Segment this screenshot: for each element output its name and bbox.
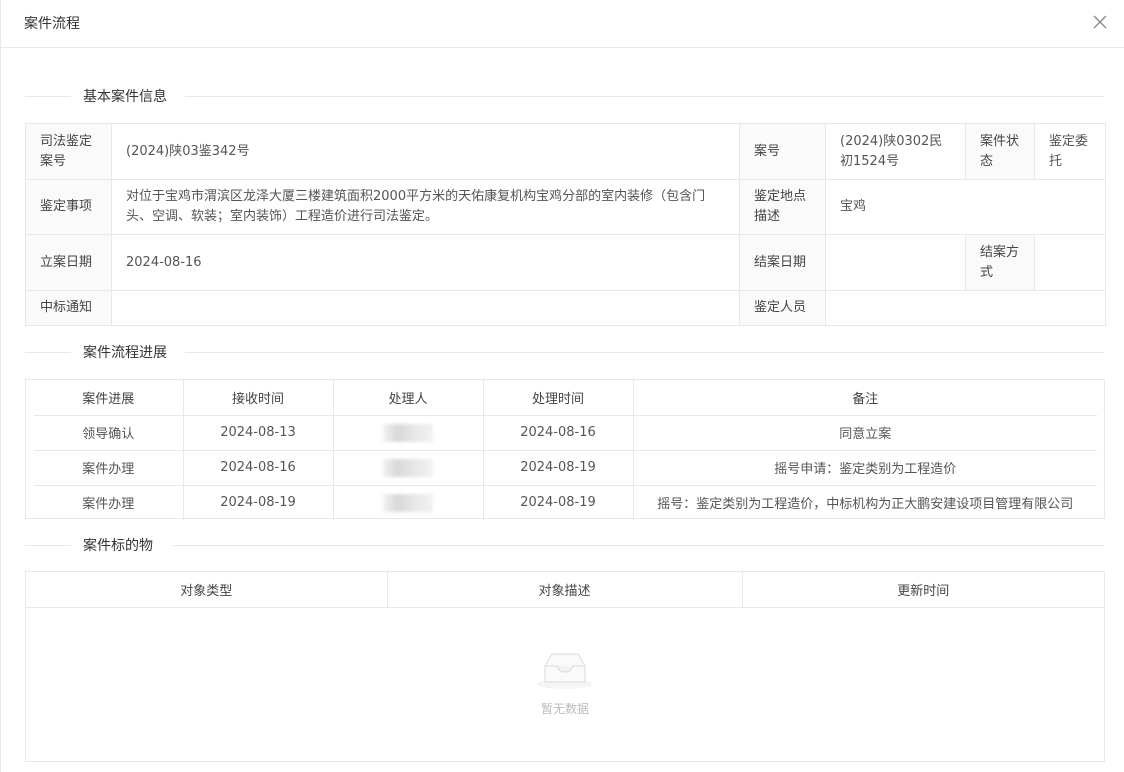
header-stage: 案件进展 (34, 380, 184, 416)
filing-date-label: 立案日期 (25, 234, 112, 291)
section-label: 基本案件信息 (83, 89, 167, 105)
section-title-subject: 案件标的物 (25, 535, 1104, 555)
progress-table-wrapper: 案件进展 接收时间 处理人 处理时间 备注 领导确认 2024-08-13 20… (25, 379, 1105, 520)
handled-cell: 2024-08-16 (483, 415, 634, 451)
handler-cell (333, 450, 484, 486)
table-row: 领导确认 2024-08-13 2024-08-16 同意立案 (34, 415, 1097, 451)
header-updated-time: 更新时间 (742, 572, 1104, 608)
header-received-time: 接收时间 (183, 380, 334, 416)
modal-header: 案件流程 (1, 0, 1124, 48)
case-flow-modal: 案件流程 基本案件信息 司法鉴定案号 (2024)陕03鉴342号 案号 (20… (0, 0, 1124, 772)
basic-info-table: 司法鉴定案号 (2024)陕03鉴342号 案号 (2024)陕0302民初15… (25, 123, 1106, 326)
appraisal-matter-value: 对位于宝鸡市渭滨区龙泽大厦三楼建筑面积2000平方米的天佑康复机构宝鸡分部的室内… (111, 179, 740, 235)
closing-method-label: 结案方式 (965, 234, 1035, 291)
section-label: 案件标的物 (83, 538, 153, 554)
handled-cell: 2024-08-19 (483, 450, 634, 486)
handled-cell: 2024-08-19 (483, 485, 634, 520)
case-status-value: 鉴定委托 (1034, 123, 1106, 180)
section-label: 案件流程进展 (83, 345, 167, 361)
bid-notice-label: 中标通知 (25, 290, 112, 326)
case-no-value: (2024)陕0302民初1524号 (825, 123, 966, 180)
stage-cell: 领导确认 (34, 415, 184, 451)
judicial-appraisal-no-value: (2024)陕03鉴342号 (111, 123, 740, 180)
appraisal-matter-label: 鉴定事项 (25, 179, 112, 235)
closing-method-value (1034, 234, 1106, 291)
header-note: 备注 (633, 380, 1097, 416)
subject-table-wrapper: 对象类型 对象描述 更新时间 暂无数据 (25, 571, 1105, 762)
received-cell: 2024-08-13 (183, 415, 334, 451)
bid-notice-value (111, 290, 740, 326)
empty-text: 暂无数据 (540, 702, 589, 716)
filing-date-value: 2024-08-16 (111, 234, 740, 291)
redacted-handler (383, 458, 433, 477)
location-label: 鉴定地点描述 (739, 179, 826, 235)
redacted-handler (383, 423, 433, 442)
note-cell: 摇号申请：鉴定类别为工程造价 (633, 450, 1097, 486)
note-cell: 同意立案 (633, 415, 1097, 451)
case-status-label: 案件状态 (965, 123, 1035, 180)
empty-state: 暂无数据 (26, 648, 1104, 717)
progress-table: 案件进展 接收时间 处理人 处理时间 备注 领导确认 2024-08-13 20… (34, 380, 1097, 520)
modal-title: 案件流程 (24, 16, 80, 32)
stage-cell: 案件办理 (34, 450, 184, 486)
note-cell: 摇号：鉴定类别为工程造价，中标机构为正大鹏安建设项目管理有限公司 (657, 497, 1074, 513)
table-row: 案件办理 2024-08-19 2024-08-19 摇号：鉴定类别为工程造价，… (34, 485, 1097, 520)
handler-cell (333, 415, 484, 451)
header-object-description: 对象描述 (387, 572, 743, 608)
judicial-appraisal-no-label: 司法鉴定案号 (25, 123, 112, 180)
redacted-handler (383, 493, 433, 512)
received-cell: 2024-08-19 (183, 485, 334, 520)
location-value: 宝鸡 (825, 179, 1106, 235)
table-row: 案件办理 2024-08-16 2024-08-19 摇号申请：鉴定类别为工程造… (34, 450, 1097, 486)
handler-cell (333, 485, 484, 520)
closing-date-value (825, 234, 966, 291)
section-title-basic-info: 基本案件信息 (25, 86, 1104, 106)
empty-inbox-icon (537, 653, 593, 689)
appraiser-value (825, 290, 1106, 326)
header-handled-time: 处理时间 (483, 380, 634, 416)
close-icon[interactable] (1092, 14, 1108, 30)
case-no-label: 案号 (739, 123, 826, 180)
stage-cell: 案件办理 (34, 485, 184, 520)
subject-table: 对象类型 对象描述 更新时间 (26, 572, 1104, 608)
closing-date-label: 结案日期 (739, 234, 826, 291)
header-handler: 处理人 (333, 380, 484, 416)
appraiser-label: 鉴定人员 (739, 290, 826, 326)
section-title-progress: 案件流程进展 (25, 342, 1104, 362)
header-object-type: 对象类型 (26, 572, 388, 608)
received-cell: 2024-08-16 (183, 450, 334, 486)
